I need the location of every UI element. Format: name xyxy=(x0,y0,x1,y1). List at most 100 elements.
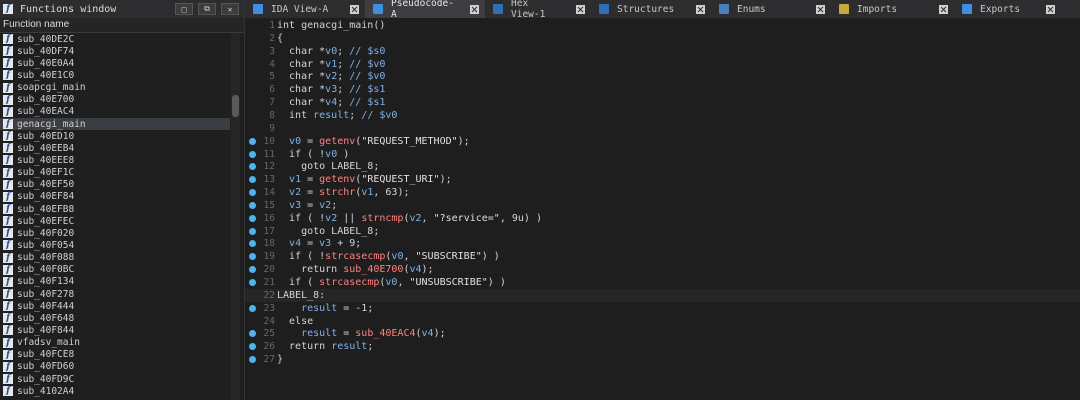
function-list-item[interactable]: f sub_40EEB4 xyxy=(0,142,230,154)
function-list-item[interactable]: f sub_40ED10 xyxy=(0,130,230,142)
function-list-item[interactable]: f sub_40F844 xyxy=(0,324,230,336)
code-line[interactable]: 3 char *v0; // $s0 xyxy=(245,45,1080,58)
code-line[interactable]: 9 xyxy=(245,122,1080,135)
breakpoint-gutter[interactable] xyxy=(245,266,259,274)
function-list-item[interactable]: f sub_40F0BC xyxy=(0,264,230,276)
function-list-item[interactable]: f soapcgi_main xyxy=(0,82,230,94)
breakpoint-gutter[interactable] xyxy=(245,240,259,248)
function-list-item[interactable]: f sub_40EF1C xyxy=(0,167,230,179)
code-line[interactable]: 7 char *v4; // $s1 xyxy=(245,96,1080,109)
tab-close-icon[interactable] xyxy=(816,4,825,14)
function-list-item[interactable]: f sub_40FD9C xyxy=(0,373,230,385)
breakpoint-gutter[interactable] xyxy=(245,189,259,197)
breakpoint-gutter[interactable] xyxy=(245,227,259,235)
function-list-item[interactable]: f sub_40DF74 xyxy=(0,45,230,57)
restore-window-button[interactable]: ⧉ xyxy=(198,3,216,15)
function-list-item[interactable]: f sub_40FD60 xyxy=(0,361,230,373)
code-line[interactable]: 2{ xyxy=(245,32,1080,45)
tab-pseudocode-a[interactable]: Pseudocode-A xyxy=(365,0,485,20)
breakpoint-gutter[interactable] xyxy=(245,304,259,312)
code-line[interactable]: 10 v0 = getenv("REQUEST_METHOD"); xyxy=(245,135,1080,148)
line-marker-dot-icon[interactable] xyxy=(248,356,256,364)
tab-close-icon[interactable] xyxy=(939,4,948,14)
breakpoint-gutter[interactable] xyxy=(245,201,259,209)
code-line[interactable]: 23 result = -1; xyxy=(245,302,1080,315)
function-list-item[interactable]: f sub_40E0A4 xyxy=(0,57,230,69)
line-marker-dot-icon[interactable] xyxy=(248,343,256,351)
breakpoint-gutter[interactable] xyxy=(245,137,259,145)
code-line[interactable]: 22 LABEL_8: xyxy=(245,288,1080,302)
line-marker-dot-icon[interactable] xyxy=(248,163,256,171)
line-marker-dot-icon[interactable] xyxy=(248,150,256,158)
code-line[interactable]: 17 goto LABEL_8; xyxy=(245,225,1080,238)
function-list-scrollbar[interactable] xyxy=(231,33,240,400)
code-line[interactable]: 26 return result; xyxy=(245,340,1080,353)
function-list-item[interactable]: f sub_40DE2C xyxy=(0,33,230,45)
function-list-item[interactable]: f sub_40F088 xyxy=(0,252,230,264)
code-line[interactable]: 11 if ( !v0 ) xyxy=(245,148,1080,161)
line-marker-dot-icon[interactable] xyxy=(248,214,256,222)
function-list-item[interactable]: f sub_40EFEC xyxy=(0,215,230,227)
breakpoint-gutter[interactable] xyxy=(245,330,259,338)
tab-close-icon[interactable] xyxy=(696,4,705,14)
function-list-item[interactable]: f sub_40F134 xyxy=(0,276,230,288)
code-line[interactable]: 14 v2 = strchr(v1, 63); xyxy=(245,186,1080,199)
tab-close-icon[interactable] xyxy=(350,4,359,14)
breakpoint-gutter[interactable] xyxy=(245,150,259,158)
function-list-item[interactable]: f sub_40F648 xyxy=(0,312,230,324)
tab-close-icon[interactable] xyxy=(576,4,585,14)
line-marker-dot-icon[interactable] xyxy=(248,227,256,235)
function-list-item[interactable]: f sub_4102A4 xyxy=(0,385,230,397)
code-line[interactable]: 16 if ( !v2 || strncmp(v2, "?service=", … xyxy=(245,212,1080,225)
function-list-item[interactable]: f sub_40EF84 xyxy=(0,191,230,203)
function-list-item[interactable]: f sub_40E1C0 xyxy=(0,69,230,81)
code-line[interactable]: 5 char *v2; // $v0 xyxy=(245,70,1080,83)
line-marker-dot-icon[interactable] xyxy=(248,201,256,209)
line-marker-dot-icon[interactable] xyxy=(248,137,256,145)
code-line[interactable]: 15 v3 = v2; xyxy=(245,199,1080,212)
scrollbar-thumb[interactable] xyxy=(232,95,239,117)
line-marker-dot-icon[interactable] xyxy=(248,253,256,261)
function-list-item[interactable]: f sub_40EAC4 xyxy=(0,106,230,118)
line-marker-dot-icon[interactable] xyxy=(248,240,256,248)
breakpoint-gutter[interactable] xyxy=(245,356,259,364)
function-list-item[interactable]: f sub_40F054 xyxy=(0,239,230,251)
code-line[interactable]: 13 v1 = getenv("REQUEST_URI"); xyxy=(245,173,1080,186)
tab-enums[interactable]: Enums xyxy=(711,0,831,18)
function-list-item[interactable]: f sub_40F444 xyxy=(0,300,230,312)
breakpoint-gutter[interactable] xyxy=(245,176,259,184)
function-list-item[interactable]: f sub_40E700 xyxy=(0,94,230,106)
function-list-item[interactable]: f sub_40EFB8 xyxy=(0,203,230,215)
code-line[interactable]: 24 else xyxy=(245,315,1080,328)
breakpoint-gutter[interactable] xyxy=(245,163,259,171)
line-marker-dot-icon[interactable] xyxy=(248,279,256,286)
tab-imports[interactable]: Imports xyxy=(831,0,954,18)
line-marker-dot-icon[interactable] xyxy=(248,304,256,312)
breakpoint-gutter[interactable] xyxy=(245,343,259,351)
tab-hex-view-1[interactable]: Hex View-1 xyxy=(485,0,591,20)
function-list-item[interactable]: f sub_40F278 xyxy=(0,288,230,300)
code-line[interactable]: 18 v4 = v3 + 9; xyxy=(245,237,1080,250)
tab-ida-view-a[interactable]: IDA View-A xyxy=(245,0,365,18)
breakpoint-gutter[interactable] xyxy=(245,214,259,222)
function-list-item[interactable]: f sub_40EF50 xyxy=(0,179,230,191)
function-list-item[interactable]: f sub_40EEE8 xyxy=(0,154,230,166)
pseudocode-editor[interactable]: 1 int genacgi_main() 2{3 char *v0; // $s0 4… xyxy=(245,18,1080,400)
code-line[interactable]: 1 int genacgi_main() xyxy=(245,19,1080,32)
tab-exports[interactable]: Exports xyxy=(954,0,1061,18)
code-line[interactable]: 20 return sub_40E700(v4); xyxy=(245,263,1080,276)
function-name-column-header[interactable]: Function name xyxy=(0,18,244,33)
code-line[interactable]: 27} xyxy=(245,353,1080,366)
close-window-button[interactable]: ✕ xyxy=(221,3,239,15)
code-line[interactable]: 6 char *v3; // $s1 xyxy=(245,83,1080,96)
line-marker-dot-icon[interactable] xyxy=(248,266,256,274)
function-list-item[interactable]: f genacgi_main xyxy=(0,117,230,131)
float-window-button[interactable]: □ xyxy=(175,3,193,15)
code-line[interactable]: 12 goto LABEL_8; xyxy=(245,160,1080,173)
tab-close-icon[interactable] xyxy=(1046,4,1055,14)
code-line[interactable]: 4 char *v1; // $v0 xyxy=(245,58,1080,71)
tab-structures[interactable]: Structures xyxy=(591,0,711,18)
function-list-item[interactable]: f sub_40FCE8 xyxy=(0,349,230,361)
code-line[interactable]: 8 int result; // $v0 xyxy=(245,109,1080,122)
code-line[interactable]: 25 result = sub_40EAC4(v4); xyxy=(245,327,1080,340)
